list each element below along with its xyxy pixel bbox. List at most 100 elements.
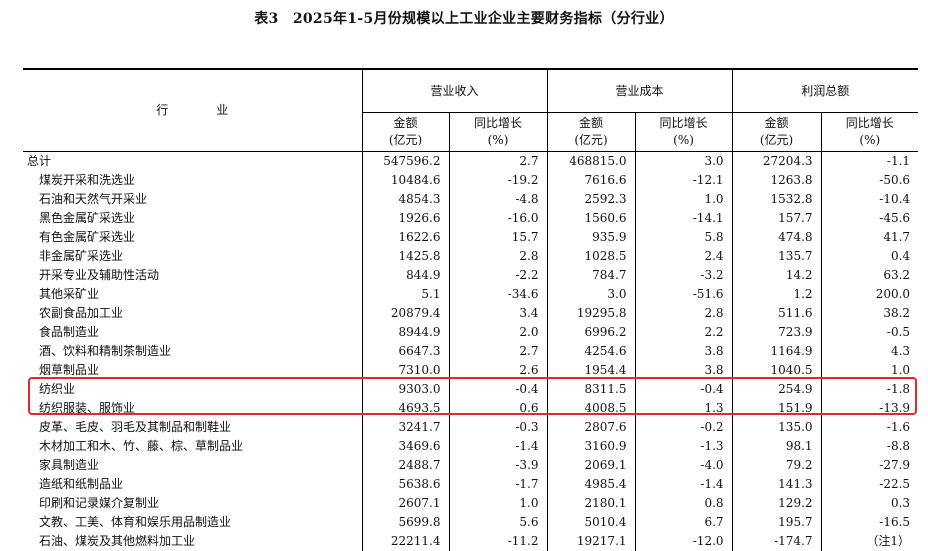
profit-cell: 98.1 (732, 437, 821, 456)
industry-name: 酒、饮料和精制茶制造业 (23, 342, 362, 361)
cost-cell: 468815.0 (547, 152, 635, 172)
industry-name: 印刷和记录媒介复制业 (23, 494, 362, 513)
table-body: 总计547596.22.7468815.03.027204.3-1.1煤炭开采和… (23, 152, 918, 551)
table-row: 纺织业9303.0-0.48311.5-0.4254.9-1.8 (23, 380, 918, 399)
revenue-growth-cell: -1.7 (449, 475, 547, 494)
revenue-cell: 8944.9 (362, 323, 449, 342)
table-row: 印刷和记录媒介复制业2607.11.02180.10.8129.20.3 (23, 494, 918, 513)
cost-growth-cell: 1.0 (635, 190, 732, 209)
profit-growth-cell: -1.6 (821, 418, 918, 437)
cost-growth-cell: -51.6 (635, 285, 732, 304)
revenue-group-header: 营业收入 (362, 69, 547, 113)
revenue-cell: 6647.3 (362, 342, 449, 361)
table-row: 木材加工和木、竹、藤、棕、草制品业3469.6-1.43160.9-1.398.… (23, 437, 918, 456)
cost-cell: 1028.5 (547, 247, 635, 266)
table-row: 皮革、毛皮、羽毛及其制品和制鞋业3241.7-0.32807.6-0.2135.… (23, 418, 918, 437)
table-row: 石油和天然气开采业4854.3-4.82592.31.01532.8-10.4 (23, 190, 918, 209)
profit-growth-cell: 0.4 (821, 247, 918, 266)
table-row: 纺织服装、服饰业4693.50.64008.51.3151.9-13.9 (23, 399, 918, 418)
cost-cell: 4008.5 (547, 399, 635, 418)
table-row: 文教、工美、体育和娱乐用品制造业5699.85.65010.46.7195.7-… (23, 513, 918, 532)
profit-growth-cell: -45.6 (821, 209, 918, 228)
cost-group-header: 营业成本 (547, 69, 732, 113)
cost-cell: 3160.9 (547, 437, 635, 456)
cost-cell: 1954.4 (547, 361, 635, 380)
industry-name: 农副食品加工业 (23, 304, 362, 323)
cost-cell: 2180.1 (547, 494, 635, 513)
profit-growth-cell: -0.5 (821, 323, 918, 342)
cost-growth-cell: 2.2 (635, 323, 732, 342)
cost-growth-cell: 2.4 (635, 247, 732, 266)
table-row: 农副食品加工业20879.43.419295.82.8511.638.2 (23, 304, 918, 323)
industry-name: 纺织服装、服饰业 (23, 399, 362, 418)
industry-name: 有色金属矿采选业 (23, 228, 362, 247)
profit-growth-cell: 1.0 (821, 361, 918, 380)
profit-growth-cell: （注1） (821, 532, 918, 551)
table-row: 食品制造业8944.92.06996.22.2723.9-0.5 (23, 323, 918, 342)
cost-amount-header: 金额(亿元) (547, 113, 635, 152)
industry-name: 纺织业 (23, 380, 362, 399)
profit-group-header: 利润总额 (732, 69, 918, 113)
profit-cell: 1164.9 (732, 342, 821, 361)
revenue-growth-cell: 2.7 (449, 152, 547, 172)
cost-cell: 4254.6 (547, 342, 635, 361)
revenue-cell: 7310.0 (362, 361, 449, 380)
revenue-cell: 547596.2 (362, 152, 449, 172)
page-title: 表3 2025年1-5月份规模以上工业企业主要财务指标（分行业） (0, 8, 928, 28)
cost-cell: 19217.1 (547, 532, 635, 551)
revenue-growth-cell: 1.0 (449, 494, 547, 513)
profit-growth-cell: -16.5 (821, 513, 918, 532)
cost-growth-cell: 5.8 (635, 228, 732, 247)
industry-name: 烟草制品业 (23, 361, 362, 380)
profit-amount-header: 金额(亿元) (732, 113, 821, 152)
revenue-growth-cell: -16.0 (449, 209, 547, 228)
revenue-cell: 4693.5 (362, 399, 449, 418)
industry-name: 石油和天然气开采业 (23, 190, 362, 209)
table-row: 石油、煤炭及其他燃料加工业22211.4-11.219217.1-12.0-17… (23, 532, 918, 551)
profit-cell: 1040.5 (732, 361, 821, 380)
profit-cell: 1532.8 (732, 190, 821, 209)
revenue-cell: 3241.7 (362, 418, 449, 437)
cost-cell: 7616.6 (547, 171, 635, 190)
industry-name: 非金属矿采选业 (23, 247, 362, 266)
revenue-growth-cell: 3.4 (449, 304, 547, 323)
table-row: 烟草制品业7310.02.61954.43.81040.51.0 (23, 361, 918, 380)
profit-growth-cell: 63.2 (821, 266, 918, 285)
table-row: 黑色金属矿采选业1926.6-16.01560.6-14.1157.7-45.6 (23, 209, 918, 228)
revenue-cell: 1622.6 (362, 228, 449, 247)
profit-cell: 1.2 (732, 285, 821, 304)
cost-growth-cell: -12.1 (635, 171, 732, 190)
cost-growth-header: 同比增长(%) (635, 113, 732, 152)
revenue-cell: 2488.7 (362, 456, 449, 475)
revenue-growth-cell: 2.0 (449, 323, 547, 342)
revenue-growth-cell: -11.2 (449, 532, 547, 551)
profit-cell: 151.9 (732, 399, 821, 418)
profit-growth-cell: 200.0 (821, 285, 918, 304)
revenue-cell: 20879.4 (362, 304, 449, 323)
revenue-growth-cell: 2.7 (449, 342, 547, 361)
profit-cell: 27204.3 (732, 152, 821, 172)
cost-growth-cell: -1.4 (635, 475, 732, 494)
profit-cell: 135.0 (732, 418, 821, 437)
profit-growth-cell: -10.4 (821, 190, 918, 209)
revenue-growth-cell: -4.8 (449, 190, 547, 209)
cost-cell: 19295.8 (547, 304, 635, 323)
profit-growth-cell: 4.3 (821, 342, 918, 361)
financial-indicators-table: 行 业 营业收入 营业成本 利润总额 金额(亿元) 同比增长(%) 金额(亿元)… (23, 68, 918, 551)
cost-cell: 8311.5 (547, 380, 635, 399)
revenue-growth-cell: 5.6 (449, 513, 547, 532)
revenue-growth-cell: 2.8 (449, 247, 547, 266)
profit-growth-cell: -1.1 (821, 152, 918, 172)
industry-name: 其他采矿业 (23, 285, 362, 304)
profit-cell: 157.7 (732, 209, 821, 228)
cost-cell: 2069.1 (547, 456, 635, 475)
industry-name: 文教、工美、体育和娱乐用品制造业 (23, 513, 362, 532)
cost-growth-cell: 1.3 (635, 399, 732, 418)
revenue-cell: 22211.4 (362, 532, 449, 551)
cost-cell: 2807.6 (547, 418, 635, 437)
industry-name: 开采专业及辅助性活动 (23, 266, 362, 285)
cost-cell: 2592.3 (547, 190, 635, 209)
table-row: 开采专业及辅助性活动844.9-2.2784.7-3.214.263.2 (23, 266, 918, 285)
cost-growth-cell: -1.3 (635, 437, 732, 456)
profit-cell: 1263.8 (732, 171, 821, 190)
